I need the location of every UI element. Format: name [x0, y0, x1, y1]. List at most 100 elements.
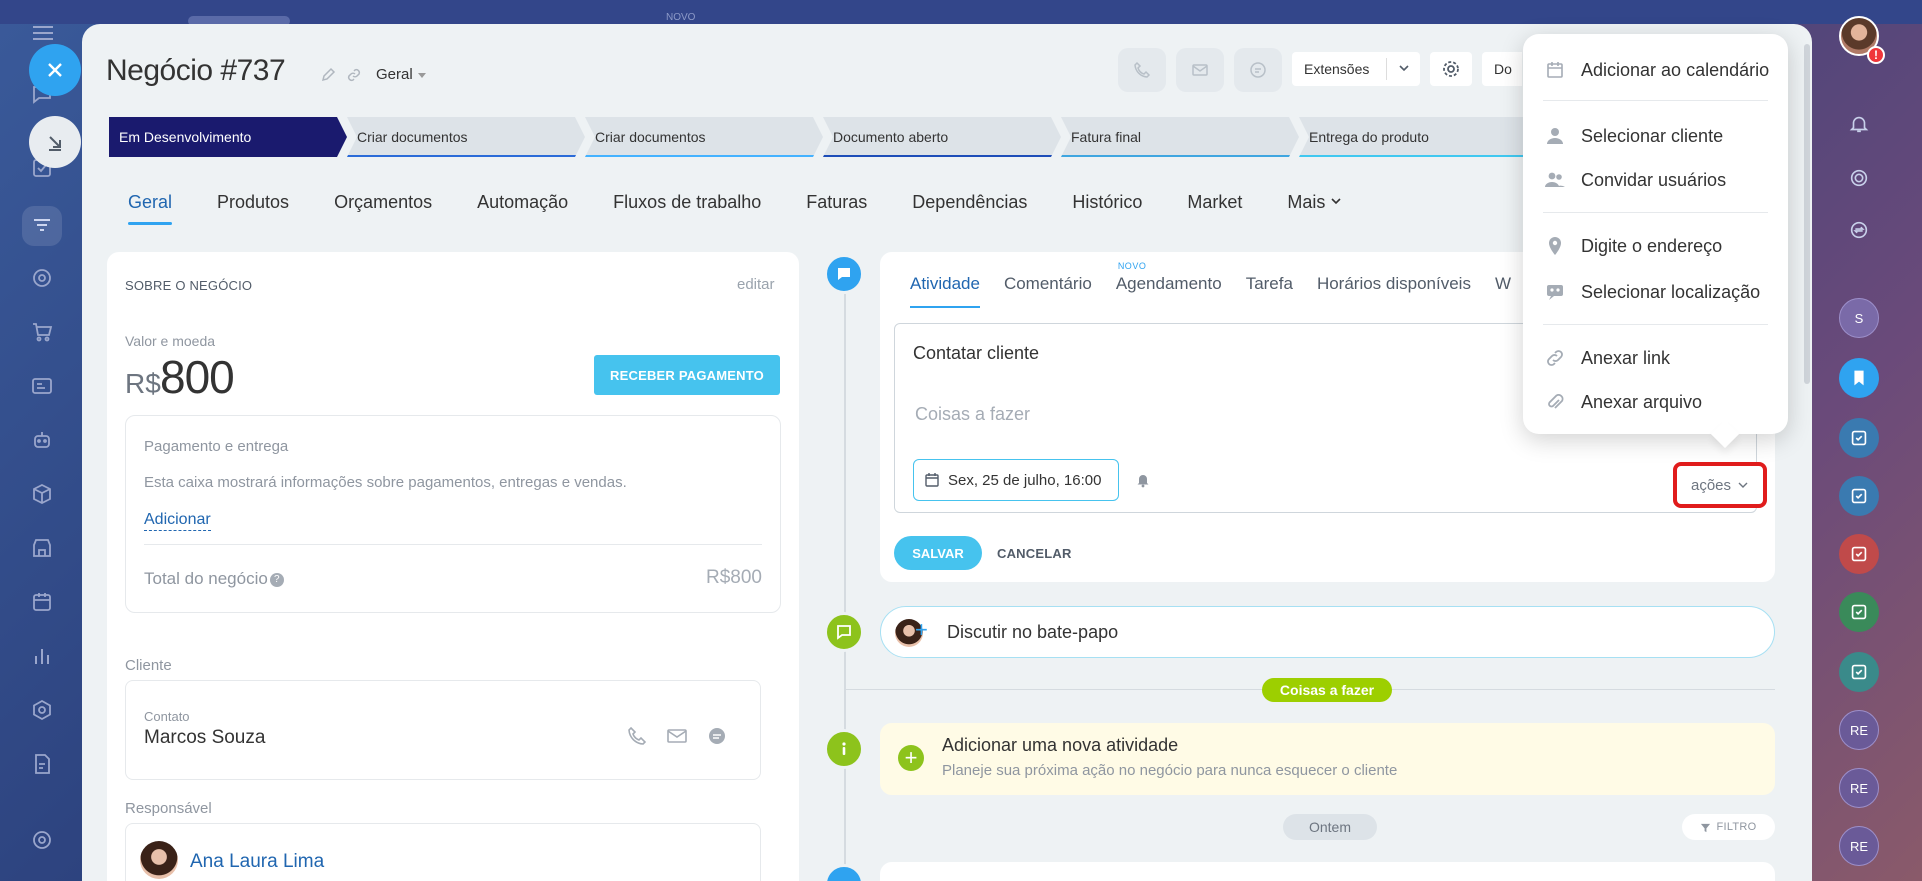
menu-item-select-client[interactable]: Selecionar cliente [1545, 116, 1723, 156]
close-slider-button[interactable] [29, 44, 81, 96]
tab-agendamento[interactable]: NOVO Agendamento [1116, 261, 1222, 308]
tab-mais-label: Mais [1287, 192, 1326, 212]
stage-item[interactable]: Fatura final [1061, 117, 1299, 157]
tab-atividade[interactable]: Atividade [910, 274, 980, 308]
tab-automacao[interactable]: Automação [477, 192, 568, 225]
activity-description-input[interactable]: Coisas a fazer [915, 404, 1030, 425]
chevron-down-icon[interactable] [1396, 60, 1412, 76]
contact-name[interactable]: Marcos Souza [144, 727, 265, 749]
tab-dependencias[interactable]: Dependências [912, 192, 1027, 225]
tab-market[interactable]: Market [1187, 192, 1242, 225]
cart-icon[interactable] [22, 312, 62, 352]
message-button[interactable] [1234, 48, 1282, 92]
task-check-icon[interactable] [1839, 534, 1879, 574]
chevron-down-icon [1738, 482, 1748, 488]
call-button[interactable] [1118, 48, 1166, 92]
document-button[interactable]: Do [1482, 52, 1522, 86]
support-icon[interactable] [22, 820, 62, 860]
menu-item-location[interactable]: Selecionar localização [1545, 272, 1760, 312]
stage-item[interactable]: Criar documentos [347, 117, 585, 157]
calendar-icon[interactable] [22, 582, 62, 622]
deadline-picker[interactable]: Sex, 25 de julho, 16:00 [913, 459, 1119, 501]
settings-button[interactable] [1430, 52, 1472, 86]
email-icon[interactable] [666, 725, 688, 747]
minimize-button[interactable] [29, 116, 81, 168]
cancel-button[interactable]: CANCELAR [997, 536, 1072, 570]
add-payment-link[interactable]: Adicionar [144, 511, 211, 531]
user-initial-avatar[interactable]: RE [1839, 710, 1879, 750]
sync-icon[interactable] [1839, 210, 1879, 250]
task-check-icon[interactable] [1839, 418, 1879, 458]
extensions-button[interactable]: Extensões [1292, 52, 1420, 86]
scrollbar[interactable] [1804, 44, 1810, 384]
tab-tarefa[interactable]: Tarefa [1246, 274, 1293, 308]
stage-item[interactable]: Em Desenvolvimento [109, 117, 347, 157]
goals-icon[interactable] [1839, 158, 1879, 198]
tab-faturas[interactable]: Faturas [806, 192, 867, 225]
tab-comentario[interactable]: Comentário [1004, 274, 1092, 308]
menu-item-label: Convidar usuários [1581, 169, 1727, 190]
pencil-icon[interactable] [320, 67, 336, 83]
page-title: Negócio #737 [106, 54, 286, 87]
menu-item-label: Digite o endereço [1581, 235, 1723, 256]
stage-item[interactable]: Entrega do produto [1299, 117, 1537, 157]
filter-button[interactable]: FILTRO [1682, 814, 1775, 840]
save-button[interactable]: SALVAR [894, 536, 982, 570]
crm-funnel-icon[interactable] [22, 206, 62, 246]
user-initial-avatar[interactable]: RE [1839, 826, 1879, 866]
tab-produtos[interactable]: Produtos [217, 192, 289, 225]
tab-mais[interactable]: Mais [1287, 192, 1343, 225]
menu-item-attach-link[interactable]: Anexar link [1545, 338, 1670, 378]
hexagon-icon[interactable] [22, 690, 62, 730]
tab-geral[interactable]: Geral [128, 192, 173, 225]
help-icon[interactable]: ? [269, 572, 284, 587]
menu-icon[interactable] [33, 26, 53, 40]
task-check-icon[interactable] [1839, 652, 1879, 692]
responsible-name[interactable]: Ana Laura Lima [190, 851, 324, 873]
edit-link[interactable]: editar [737, 276, 775, 293]
reminder-bell-icon[interactable] [1135, 472, 1151, 493]
chat-bubble-icon[interactable] [706, 725, 728, 747]
email-button[interactable] [1176, 48, 1224, 92]
tab-fluxos[interactable]: Fluxos de trabalho [613, 192, 761, 225]
menu-item-invite-users[interactable]: Convidar usuários [1545, 160, 1726, 200]
tab-horarios[interactable]: Horários disponíveis [1317, 274, 1471, 308]
category-selector[interactable]: Geral [376, 66, 426, 83]
add-participant-icon[interactable]: + [915, 619, 928, 641]
target-icon[interactable] [22, 258, 62, 298]
user-initial-avatar[interactable]: RE [1839, 768, 1879, 808]
users-icon [1545, 172, 1565, 187]
tab-orcamentos[interactable]: Orçamentos [334, 192, 432, 225]
about-deal-card: SOBRE O NEGÓCIO editar Valor e moeda R$ … [107, 252, 799, 881]
robot-icon[interactable] [22, 420, 62, 460]
menu-item-address[interactable]: Digite o endereço [1545, 226, 1722, 266]
document-sign-icon[interactable] [22, 744, 62, 784]
link-icon[interactable] [346, 67, 362, 83]
stage-item[interactable]: Documento aberto [823, 117, 1061, 157]
menu-item-attach-file[interactable]: Anexar arquivo [1545, 382, 1702, 422]
new-activity-title: Adicionar uma nova atividade [942, 735, 1179, 755]
menu-item-label: Selecionar localização [1581, 281, 1761, 302]
activity-title-input[interactable]: Contatar cliente [913, 343, 1039, 364]
notifications-icon[interactable] [1839, 104, 1879, 144]
analytics-icon[interactable] [22, 636, 62, 676]
user-initial-avatar[interactable]: S [1839, 298, 1879, 338]
task-check-icon[interactable] [1839, 476, 1879, 516]
discuss-chat-bar[interactable]: + Discutir no bate-papo [880, 606, 1775, 658]
tab-historico[interactable]: Histórico [1072, 192, 1142, 225]
new-activity-card[interactable]: + Adicionar uma nova atividade Planeje s… [880, 723, 1775, 795]
task-check-icon[interactable] [1839, 592, 1879, 632]
box-icon[interactable] [22, 474, 62, 514]
responsible-box: Ana Laura Lima [125, 823, 761, 881]
actions-dropdown[interactable]: ações [1673, 462, 1767, 508]
stage-item[interactable]: Criar documentos [585, 117, 823, 157]
contact-card-icon[interactable] [22, 366, 62, 406]
store-icon[interactable] [22, 528, 62, 568]
actions-menu: Adicionar ao calendário Selecionar clien… [1523, 34, 1788, 434]
tab-more[interactable]: W [1495, 274, 1511, 308]
receive-payment-button[interactable]: RECEBER PAGAMENTO [594, 355, 780, 395]
phone-icon[interactable] [626, 725, 648, 747]
bookmark-icon[interactable] [1839, 358, 1879, 398]
menu-item-calendar[interactable]: Adicionar ao calendário [1545, 50, 1769, 90]
add-icon[interactable]: + [898, 745, 924, 771]
